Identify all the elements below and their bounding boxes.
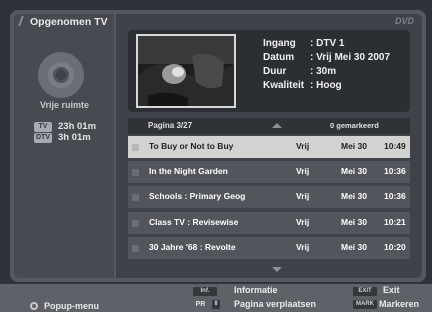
exit-label: Exit <box>383 285 400 295</box>
recording-title: Class TV : Revisewise <box>149 217 239 227</box>
scroll-down-icon[interactable] <box>272 267 282 272</box>
exit-key[interactable]: EXIT <box>353 287 377 296</box>
screen: Opgenomen TV DVD Vrije ruimte TV 23h 01m… <box>0 0 432 312</box>
mark-checkbox[interactable] <box>132 169 139 176</box>
detail-label-quality: Kwaliteit <box>263 80 305 91</box>
dtv-remaining-time: 3h 01m <box>58 132 91 143</box>
info-key[interactable]: Inf. <box>193 287 217 296</box>
detail-value-duration: : 30m <box>310 66 337 77</box>
preview-image-icon <box>138 36 234 106</box>
recording-row[interactable]: In the Night Garden Vrij Mei 30 10:36 <box>128 161 410 183</box>
recording-day: Vrij <box>296 191 310 201</box>
recording-time: 10:36 <box>384 166 406 176</box>
free-space-label: Vrije ruimte <box>40 100 90 110</box>
page-title-text: Opgenomen TV <box>30 16 108 28</box>
detail-label-date: Datum <box>263 52 295 63</box>
tv-badge: TV <box>34 122 52 132</box>
recording-time: 10:20 <box>384 242 406 252</box>
pr-key[interactable]: PR <box>193 300 208 309</box>
recording-title: In the Night Garden <box>149 166 228 176</box>
mark-label: Markeren <box>379 299 420 309</box>
recording-date: Mei 30 <box>341 242 367 252</box>
recording-time: 10:21 <box>384 217 406 227</box>
recording-title: Schools : Primary Geog <box>149 191 246 201</box>
recording-row[interactable]: 30 Jahre '68 : Revolte Vrij Mei 30 10:20 <box>128 237 410 259</box>
mark-checkbox[interactable] <box>132 220 139 227</box>
disc-center <box>56 70 66 80</box>
up-down-arrows-icon[interactable]: ⇕ <box>212 300 220 309</box>
page-indicator: Pagina 3/27 <box>148 121 193 130</box>
recording-time: 10:36 <box>384 191 406 201</box>
tv-remaining-time: 23h 01m <box>58 121 97 132</box>
mark-key[interactable]: MARK <box>353 300 377 309</box>
detail-value-input: : DTV 1 <box>310 38 345 49</box>
recording-date: Mei 30 <box>341 217 367 227</box>
recording-day: Vrij <box>296 141 310 151</box>
recording-row[interactable]: To Buy or Not to Buy Vrij Mei 30 10:49 <box>128 136 410 158</box>
detail-value-quality: : Hoog <box>310 80 342 91</box>
marked-count: 0 gemarkeerd <box>330 121 379 130</box>
detail-label-input: Ingang <box>263 38 296 49</box>
ok-button-icon <box>30 302 38 310</box>
recording-title: To Buy or Not to Buy <box>149 141 234 151</box>
popup-menu-label: Popup-menu <box>44 301 99 311</box>
detail-label-duration: Duur <box>263 66 287 77</box>
recording-day: Vrij <box>296 166 310 176</box>
recording-row[interactable]: Schools : Primary Geog Vrij Mei 30 10:36 <box>128 186 410 208</box>
page-move-label: Pagina verplaatsen <box>234 299 317 309</box>
scroll-up-icon[interactable] <box>272 123 282 128</box>
dtv-badge: DTV <box>34 133 52 143</box>
recording-date: Mei 30 <box>341 191 367 201</box>
detail-value-date: : Vrij Mei 30 2007 <box>310 52 391 63</box>
recording-day: Vrij <box>296 217 310 227</box>
recording-day: Vrij <box>296 242 310 252</box>
mark-checkbox[interactable] <box>132 194 139 201</box>
recording-date: Mei 30 <box>341 166 367 176</box>
preview-thumbnail <box>136 34 236 108</box>
mark-checkbox[interactable] <box>132 245 139 252</box>
recording-row[interactable]: Class TV : Revisewise Vrij Mei 30 10:21 <box>128 212 410 234</box>
recording-time: 10:49 <box>384 141 406 151</box>
dvd-logo: DVD <box>395 16 415 26</box>
recording-date: Mei 30 <box>341 141 367 151</box>
mark-checkbox[interactable] <box>132 144 139 151</box>
recording-title: 30 Jahre '68 : Revolte <box>149 242 236 252</box>
title-decoration-icon <box>18 16 28 26</box>
page-title: Opgenomen TV <box>18 16 108 28</box>
info-label: Informatie <box>234 285 278 295</box>
